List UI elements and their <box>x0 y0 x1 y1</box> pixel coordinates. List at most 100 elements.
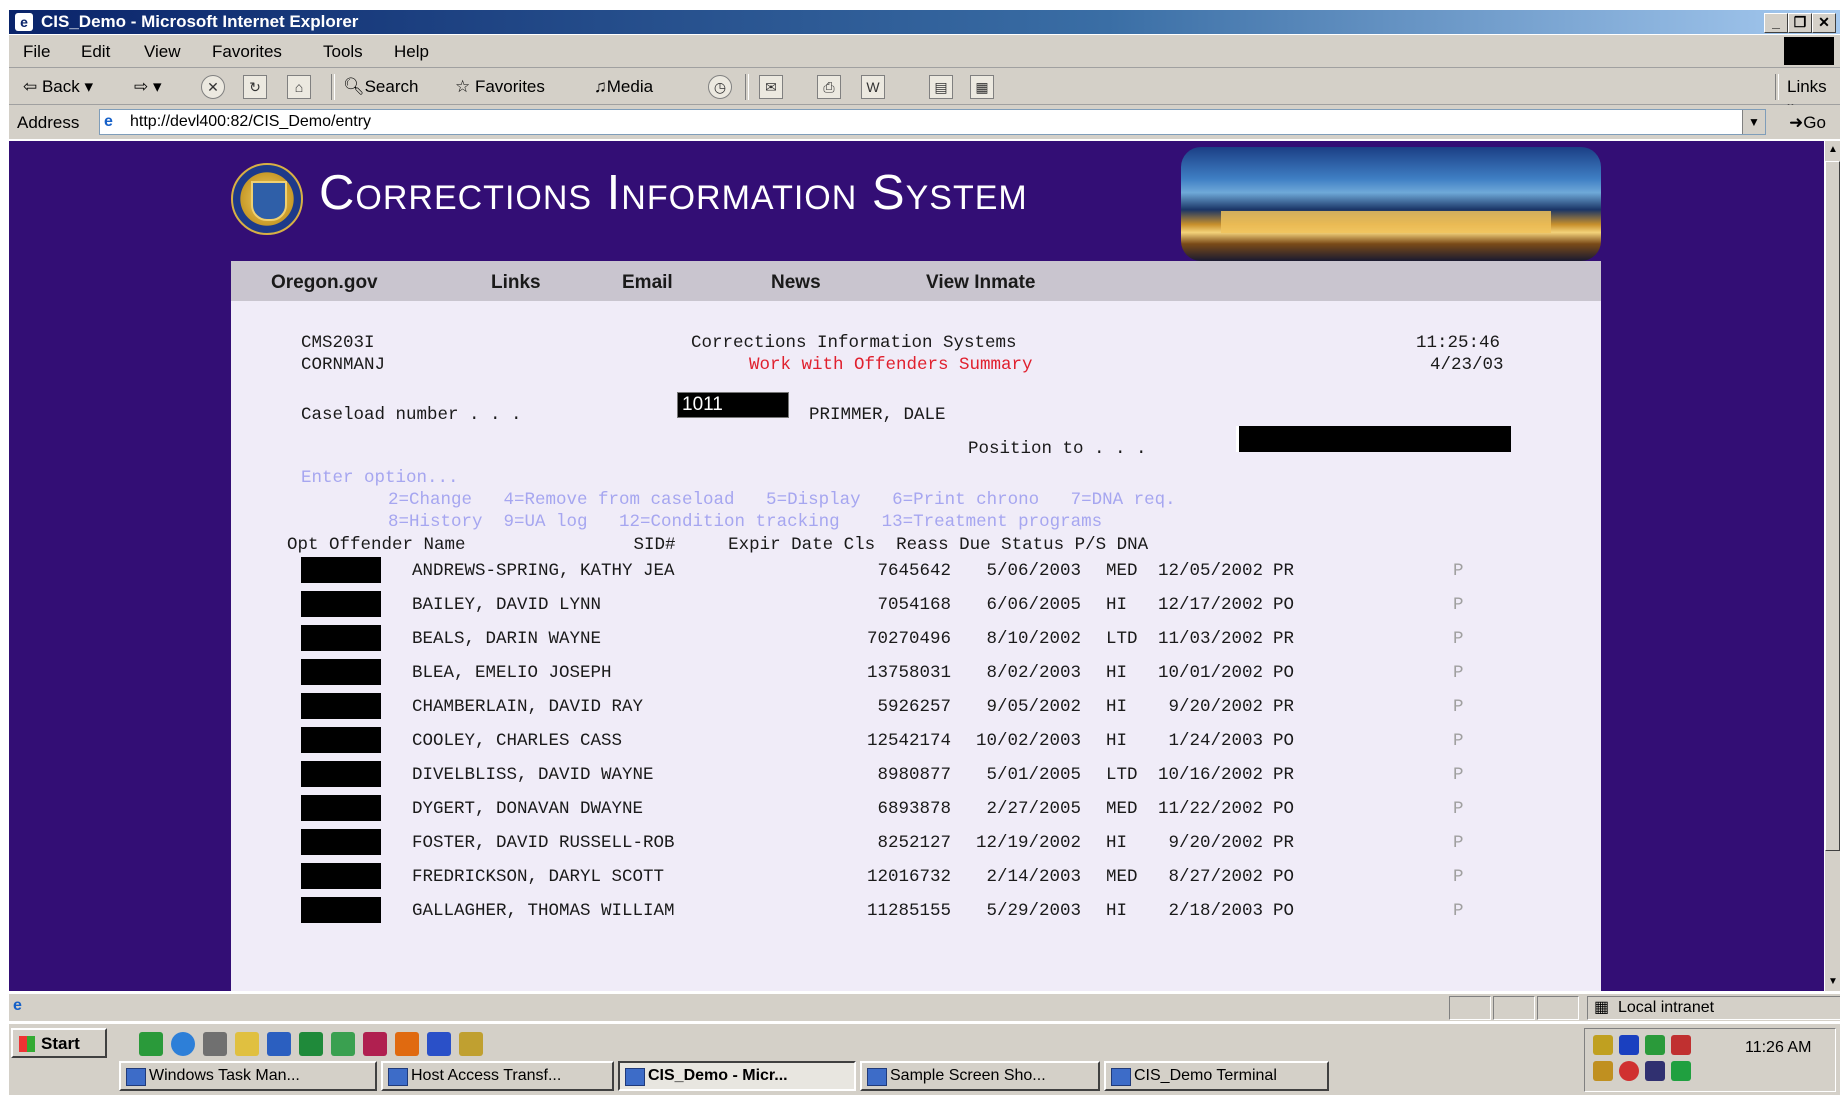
home-icon[interactable]: ⌂ <box>287 75 311 99</box>
task-cis-demo-ie[interactable]: CIS_Demo - Micr... <box>618 1061 856 1091</box>
quicklaunch-icon-10[interactable] <box>427 1032 451 1056</box>
tray-icon-8[interactable] <box>1671 1061 1691 1081</box>
offender-name: GALLAGHER, THOMAS WILLIAM <box>412 901 675 921</box>
quicklaunch-excel-icon[interactable] <box>299 1032 323 1056</box>
menu-file[interactable]: File <box>23 42 50 62</box>
task-windows-task-manager[interactable]: Windows Task Man... <box>119 1061 377 1091</box>
quicklaunch-icon-9[interactable] <box>395 1032 419 1056</box>
search-button[interactable]: 🔍︎Search <box>343 77 418 97</box>
favorites-button[interactable]: ☆ Favorites <box>455 77 545 97</box>
expiration-date: 5/06/2003 <box>986 561 1081 581</box>
window-title-bar[interactable]: e CIS_Demo - Microsoft Internet Explorer… <box>9 10 1840 34</box>
address-dropdown-icon[interactable]: ▼ <box>1742 110 1765 134</box>
back-button[interactable]: ⇦ Back ▾ <box>23 77 93 97</box>
tray-icon-3[interactable] <box>1645 1035 1665 1055</box>
task-sample-screen[interactable]: Sample Screen Sho... <box>860 1061 1100 1091</box>
sid-number: 13758031 <box>866 663 951 683</box>
scroll-thumb[interactable] <box>1825 161 1840 851</box>
volume-icon[interactable] <box>1593 1035 1613 1055</box>
quicklaunch-icon-3[interactable] <box>203 1032 227 1056</box>
menu-edit[interactable]: Edit <box>81 42 110 62</box>
page-content: Corrections Information System Oregon.go… <box>9 141 1824 991</box>
discuss-icon[interactable]: ▤ <box>929 75 953 99</box>
nav-news[interactable]: News <box>771 272 821 294</box>
oregon-seal-logo <box>231 163 303 235</box>
quicklaunch-icon-8[interactable] <box>363 1032 387 1056</box>
quicklaunch-word-icon[interactable] <box>267 1032 291 1056</box>
tray-icon-7[interactable] <box>1645 1061 1665 1081</box>
tray-icon-4[interactable] <box>1671 1035 1691 1055</box>
option-input[interactable] <box>301 761 381 787</box>
messenger-icon[interactable]: ▦ <box>970 75 994 99</box>
class-code: HI <box>1106 595 1128 615</box>
option-input[interactable] <box>301 727 381 753</box>
scroll-up-icon[interactable]: ▲ <box>1825 141 1840 159</box>
forward-button[interactable]: ⇨ ▾ <box>134 77 162 97</box>
tray-icon-5[interactable] <box>1593 1061 1613 1081</box>
sid-number: 11285155 <box>866 901 951 921</box>
stop-icon[interactable]: ✕ <box>201 75 225 99</box>
tray-icon-6[interactable] <box>1619 1061 1639 1081</box>
class-code: HI <box>1106 663 1128 683</box>
vertical-scrollbar[interactable]: ▲ ▼ <box>1824 141 1840 991</box>
position-to-input[interactable] <box>1236 426 1511 452</box>
menu-tools[interactable]: Tools <box>323 42 363 62</box>
nav-view-inmate[interactable]: View Inmate <box>926 272 1035 294</box>
option-input[interactable] <box>301 795 381 821</box>
media-label: Media <box>606 77 654 96</box>
nav-oregon-gov[interactable]: Oregon.gov <box>271 272 378 294</box>
option-input[interactable] <box>301 829 381 855</box>
caseload-officer: PRIMMER, DALE <box>809 405 946 425</box>
offender-name: FREDRICKSON, DARYL SCOTT <box>412 867 665 887</box>
nav-email[interactable]: Email <box>622 272 673 294</box>
position-to-label: Position to . . . <box>968 439 1147 459</box>
menu-view[interactable]: View <box>144 42 181 62</box>
table-row: GALLAGHER, THOMAS WILLIAM 11285155 5/29/20… <box>231 897 1601 926</box>
tray-icon-2[interactable] <box>1619 1035 1639 1055</box>
close-button[interactable]: ✕ <box>1812 13 1836 33</box>
sid-number: 5926257 <box>877 697 951 717</box>
ie-icon: e <box>15 13 33 31</box>
option-input[interactable] <box>301 693 381 719</box>
mail-icon[interactable]: ✉ <box>759 75 783 99</box>
edit-icon[interactable]: W <box>861 75 885 99</box>
expiration-date: 10/02/2003 <box>975 731 1081 751</box>
menu-help[interactable]: Help <box>394 42 429 62</box>
media-button[interactable]: ♫Media <box>594 77 653 97</box>
go-button[interactable]: ➜Go <box>1789 113 1826 133</box>
caseload-input[interactable]: 1011 <box>677 392 789 418</box>
expiration-date: 2/14/2003 <box>986 867 1081 887</box>
start-button[interactable]: Start <box>11 1028 107 1058</box>
task-label: CIS_Demo - Micr... <box>648 1067 788 1084</box>
option-input[interactable] <box>301 659 381 685</box>
banner-title: Corrections Information System <box>319 166 1028 220</box>
option-input[interactable] <box>301 863 381 889</box>
task-host-access[interactable]: Host Access Transf... <box>381 1061 614 1091</box>
restore-button[interactable]: ❐ <box>1788 13 1812 33</box>
menu-favorites[interactable]: Favorites <box>212 42 282 62</box>
class-code: HI <box>1106 731 1128 751</box>
option-input[interactable] <box>301 625 381 651</box>
option-input[interactable] <box>301 591 381 617</box>
option-input[interactable] <box>301 557 381 583</box>
table-row: BEALS, DARIN WAYNE 70270496 8/10/2002 LTD 11… <box>231 625 1601 654</box>
quicklaunch-icon-1[interactable] <box>139 1032 163 1056</box>
minimize-button[interactable]: _ <box>1764 13 1788 33</box>
refresh-icon[interactable]: ↻ <box>243 75 267 99</box>
quicklaunch-icon-7[interactable] <box>331 1032 355 1056</box>
quicklaunch-ie-icon[interactable] <box>171 1032 195 1056</box>
table-row: FREDRICKSON, DARYL SCOTT 12016732 2/14/200… <box>231 863 1601 892</box>
option-input[interactable] <box>301 897 381 923</box>
task-cis-demo-terminal[interactable]: CIS_Demo Terminal <box>1104 1061 1329 1091</box>
nav-links[interactable]: Links <box>491 272 541 294</box>
history-icon[interactable]: ◷ <box>708 75 732 99</box>
expiration-date: 5/29/2003 <box>986 901 1081 921</box>
address-input[interactable]: e http://devl400:82/CIS_Demo/entry ▼ <box>99 109 1766 135</box>
sid-number: 12542174 <box>866 731 951 751</box>
dna-flag: P <box>1453 595 1464 615</box>
quicklaunch-icon-11[interactable] <box>459 1032 483 1056</box>
page-icon: e <box>104 113 113 130</box>
print-icon[interactable]: ⎙ <box>817 75 841 99</box>
scroll-down-icon[interactable]: ▼ <box>1825 973 1840 991</box>
quicklaunch-icon-4[interactable] <box>235 1032 259 1056</box>
